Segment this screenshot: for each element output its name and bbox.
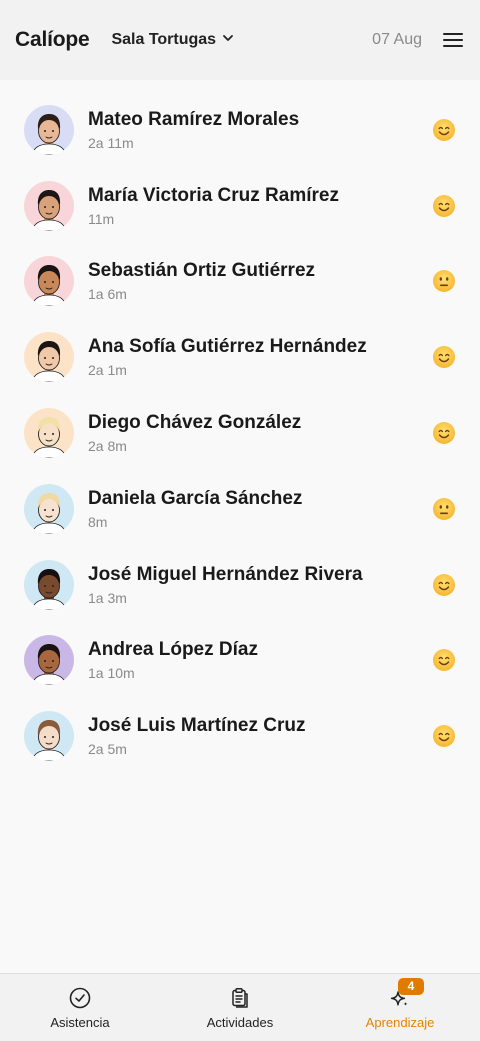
student-name: José Luis Martínez Cruz [88,715,306,737]
student-name: Andrea López Díaz [88,639,258,661]
nav-label-asistencia: Asistencia [50,1015,110,1030]
clipboard-icon [228,986,252,1010]
smiling-face-icon[interactable] [432,118,456,142]
nav-aprendizaje[interactable]: 4 Aprendizaje [320,974,480,1041]
student-age: 2a 5m [88,741,127,758]
student-info: José Luis Martínez Cruz 2a 5m [88,714,432,758]
student-row[interactable]: Andrea López Díaz 1a 10m [0,623,480,699]
student-info: María Victoria Cruz Ramírez 11m [88,184,432,228]
smiling-face-icon[interactable] [432,421,456,445]
student-row[interactable]: Mateo Ramírez Morales 2a 11m [0,92,480,168]
app-brand: Calíope [15,28,90,51]
neutral-face-icon[interactable] [432,497,456,521]
student-name: Mateo Ramírez Morales [88,108,300,130]
student-info: Daniela García Sánchez 8m [88,487,432,531]
current-date: 07 Aug [372,31,422,48]
student-age: 1a 6m [88,286,127,303]
student-info: José Miguel Hernández Rivera 1a 3m [88,563,432,607]
student-name: Sebastián Ortiz Gutiérrez [88,260,316,282]
student-name: Daniela García Sánchez [88,487,303,509]
hamburger-menu-icon [442,31,464,49]
student-age: 1a 3m [88,589,127,606]
avatar [24,256,74,307]
student-age: 11m [88,210,115,227]
app-header: Calíope Sala Tortugas 07 Aug [0,0,480,80]
student-age: 8m [88,513,108,530]
chevron-down-icon [222,31,234,49]
student-name: Ana Sofía Gutiérrez Hernández [88,336,367,358]
avatar [24,408,74,459]
student-row[interactable]: Daniela García Sánchez 8m [0,471,480,547]
student-age: 2a 11m [88,134,134,151]
avatar [24,104,74,155]
avatar [24,711,74,762]
student-info: Ana Sofía Gutiérrez Hernández 2a 1m [88,335,432,379]
nav-label-actividades: Actividades [206,1015,274,1030]
check-circle-icon [68,986,92,1010]
student-list: Mateo Ramírez Morales 2a 11m María Victo… [0,92,480,774]
student-info: Sebastián Ortiz Gutiérrez 1a 6m [88,259,432,303]
student-row[interactable]: José Luis Martínez Cruz 2a 5m [0,698,480,774]
avatar [24,635,74,686]
student-row[interactable]: María Victoria Cruz Ramírez 11m [0,168,480,244]
notification-badge: 4 [398,978,424,995]
avatar [24,483,74,534]
avatar [24,180,74,231]
nav-label-aprendizaje: Aprendizaje [365,1015,435,1030]
nav-asistencia[interactable]: Asistencia [0,974,160,1041]
student-row[interactable]: Sebastián Ortiz Gutiérrez 1a 6m [0,244,480,320]
student-age: 2a 1m [88,362,127,379]
room-selector[interactable]: Sala Tortugas [111,31,234,49]
student-name: María Victoria Cruz Ramírez [88,184,339,206]
menu-button[interactable] [442,31,464,49]
student-age: 2a 8m [88,438,127,455]
nav-actividades[interactable]: Actividades [160,974,320,1041]
student-row[interactable]: José Miguel Hernández Rivera 1a 3m [0,547,480,623]
student-name: Diego Chávez González [88,412,302,434]
student-name: José Miguel Hernández Rivera [88,563,363,585]
smiling-face-icon[interactable] [432,724,456,748]
avatar [24,332,74,383]
bottom-navigation: Asistencia Actividades 4 Aprendizaje [0,973,480,1041]
student-info: Diego Chávez González 2a 8m [88,411,432,455]
student-row[interactable]: Ana Sofía Gutiérrez Hernández 2a 1m [0,319,480,395]
student-row[interactable]: Diego Chávez González 2a 8m [0,395,480,471]
smiling-face-icon[interactable] [432,573,456,597]
room-name: Sala Tortugas [111,31,217,48]
student-info: Andrea López Díaz 1a 10m [88,638,432,682]
smiling-face-icon[interactable] [432,194,456,218]
smiling-face-icon[interactable] [432,648,456,672]
neutral-face-icon[interactable] [432,269,456,293]
student-age: 1a 10m [88,665,135,682]
student-info: Mateo Ramírez Morales 2a 11m [88,108,432,152]
avatar [24,559,74,610]
smiling-face-icon[interactable] [432,345,456,369]
